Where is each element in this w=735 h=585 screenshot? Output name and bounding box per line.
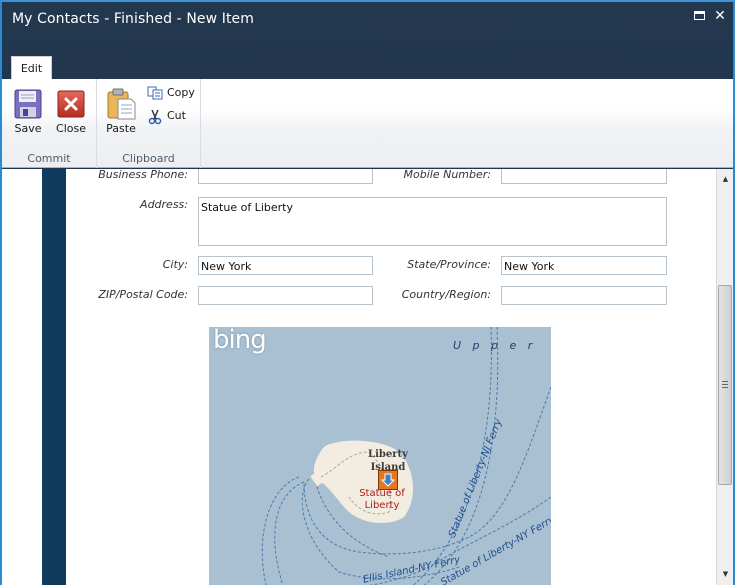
business-phone-label: Business Phone:	[98, 169, 188, 181]
cut-label: Cut	[167, 109, 186, 122]
mobile-number-input[interactable]	[501, 169, 667, 184]
left-nav-stripe	[42, 169, 66, 585]
close-x-icon	[57, 90, 85, 118]
paste-label: Paste	[106, 122, 136, 135]
bing-logo: bing	[213, 327, 267, 355]
title-bar: My Contacts - Finished - New Item ✕	[2, 2, 733, 52]
close-button[interactable]: Close	[51, 87, 91, 137]
window-title: My Contacts - Finished - New Item	[12, 11, 254, 27]
country-label: Country/Region:	[401, 288, 491, 301]
country-input[interactable]	[501, 286, 667, 305]
ribbon-group-clipboard: Paste Copy Cut Clipboard	[97, 79, 201, 168]
paste-button[interactable]: Paste	[101, 87, 141, 137]
scroll-down-arrow-icon[interactable]: ▼	[721, 570, 730, 579]
mobile-number-label: Mobile Number:	[403, 169, 491, 181]
zip-label: ZIP/Postal Code:	[98, 288, 188, 301]
save-button[interactable]: Save	[8, 87, 48, 137]
scroll-up-arrow-icon[interactable]: ▲	[721, 175, 730, 184]
business-phone-input[interactable]	[198, 169, 373, 184]
ribbon: Save Close Commit Paste Copy Cut Clipboa…	[2, 79, 733, 168]
group-label-clipboard: Clipboard	[122, 152, 175, 165]
address-textarea[interactable]: Statue of Liberty	[198, 197, 667, 246]
maximize-icon[interactable]	[693, 9, 707, 23]
dialog-window: My Contacts - Finished - New Item ✕ Edit…	[0, 0, 735, 585]
scissors-icon	[148, 109, 162, 125]
group-label-commit: Commit	[27, 152, 71, 165]
state-label: State/Province:	[407, 258, 491, 271]
poi-label: Statue of Liberty	[359, 488, 405, 511]
tab-edit[interactable]: Edit	[11, 56, 52, 80]
ribbon-group-commit: Save Close Commit	[2, 79, 97, 168]
city-label: City:	[162, 258, 188, 271]
form-content: Business Phone: Mobile Number: Address: …	[2, 169, 733, 585]
vertical-scrollbar[interactable]: ▲ ▼	[716, 169, 733, 585]
water-label: U p p e r	[453, 339, 537, 352]
map-pin-icon[interactable]	[378, 470, 398, 490]
save-label: Save	[14, 122, 42, 135]
grip-icon	[722, 381, 728, 388]
close-icon[interactable]: ✕	[713, 9, 727, 23]
bing-map[interactable]: bing U p p e r Liberty Island Statue of …	[209, 327, 551, 585]
scrollbar-thumb[interactable]	[718, 285, 732, 485]
state-input[interactable]: New York	[501, 256, 667, 275]
copy-label: Copy	[167, 86, 195, 99]
copy-icon	[147, 86, 163, 100]
copy-button[interactable]: Copy	[147, 85, 197, 103]
close-label: Close	[56, 122, 86, 135]
city-input[interactable]: New York	[198, 256, 373, 275]
floppy-disk-icon	[14, 89, 42, 119]
cut-button[interactable]: Cut	[147, 108, 197, 126]
clipboard-icon	[107, 88, 136, 120]
address-label: Address:	[140, 198, 188, 211]
zip-input[interactable]	[198, 286, 373, 305]
